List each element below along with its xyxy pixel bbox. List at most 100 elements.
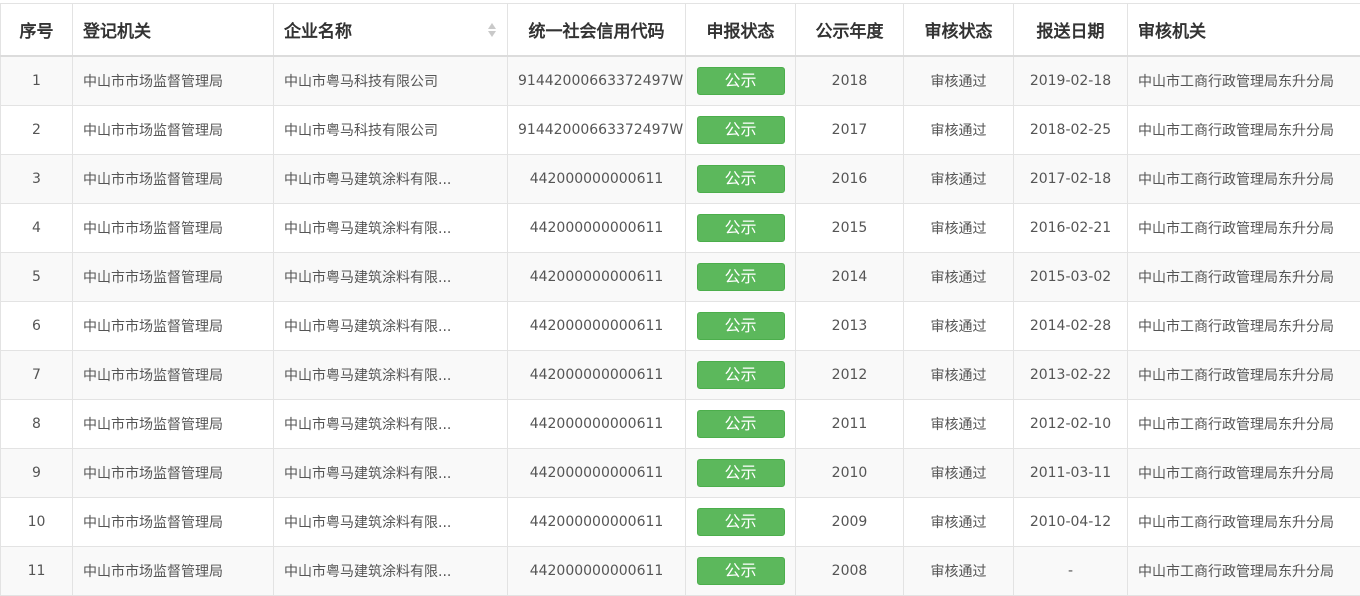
report-status-button[interactable]: 公示 [696,557,785,585]
cell-index: 9 [0,448,73,498]
cell-index: 5 [0,252,73,302]
cell-submit-date: 2017-02-18 [1013,154,1128,204]
table-body: 1 中山市市场监督管理局 中山市粤马科技有限公司 914420006633724… [0,55,1360,596]
cell-review-authority: 中山市工商行政管理局东升分局 [1127,350,1360,400]
cell-submit-date: 2016-02-21 [1013,203,1128,253]
cell-company: 中山市粤马建筑涂料有限... [273,448,508,498]
report-status-button[interactable]: 公示 [696,263,785,291]
header-index: 序号 [0,3,73,57]
cell-credit-code: 442000000000611 [507,203,686,253]
cell-review-status: 审核通过 [903,55,1014,106]
cell-submit-date: 2019-02-18 [1013,55,1128,106]
report-status-button[interactable]: 公示 [696,361,785,389]
cell-year: 2016 [795,154,904,204]
header-review-authority: 审核机关 [1127,3,1360,57]
header-authority: 登记机关 [72,3,274,57]
cell-index: 11 [0,546,73,596]
cell-report-status: 公示 [685,497,796,547]
cell-review-status: 审核通过 [903,497,1014,547]
cell-authority: 中山市市场监督管理局 [72,252,274,302]
annual-report-table: 序号 登记机关 企业名称 统一社会信用代码 申报状态 公示年度 审核状态 报送日… [0,3,1360,596]
cell-company: 中山市粤马科技有限公司 [273,105,508,155]
table-header: 序号 登记机关 企业名称 统一社会信用代码 申报状态 公示年度 审核状态 报送日… [0,3,1360,57]
table-row: 6 中山市市场监督管理局 中山市粤马建筑涂料有限... 442000000000… [0,301,1360,351]
header-company-label: 企业名称 [284,22,352,42]
cell-company: 中山市粤马建筑涂料有限... [273,546,508,596]
cell-report-status: 公示 [685,203,796,253]
cell-year: 2010 [795,448,904,498]
header-report-status: 申报状态 [685,3,796,57]
cell-authority: 中山市市场监督管理局 [72,203,274,253]
cell-company: 中山市粤马建筑涂料有限... [273,203,508,253]
cell-index: 3 [0,154,73,204]
cell-review-authority: 中山市工商行政管理局东升分局 [1127,448,1360,498]
cell-review-authority: 中山市工商行政管理局东升分局 [1127,55,1360,106]
header-review-status: 审核状态 [903,3,1014,57]
cell-credit-code: 442000000000611 [507,448,686,498]
cell-submit-date: 2015-03-02 [1013,252,1128,302]
cell-submit-date: - [1013,546,1128,596]
header-credit-code: 统一社会信用代码 [507,3,686,57]
cell-review-authority: 中山市工商行政管理局东升分局 [1127,203,1360,253]
cell-review-authority: 中山市工商行政管理局东升分局 [1127,154,1360,204]
sort-icon[interactable] [487,21,497,39]
cell-report-status: 公示 [685,448,796,498]
cell-year: 2008 [795,546,904,596]
cell-review-authority: 中山市工商行政管理局东升分局 [1127,399,1360,449]
report-status-button[interactable]: 公示 [696,67,785,95]
cell-report-status: 公示 [685,350,796,400]
report-status-button[interactable]: 公示 [696,312,785,340]
cell-index: 4 [0,203,73,253]
cell-authority: 中山市市场监督管理局 [72,350,274,400]
cell-review-authority: 中山市工商行政管理局东升分局 [1127,252,1360,302]
report-status-button[interactable]: 公示 [696,165,785,193]
cell-credit-code: 91442000663372497W [507,55,686,106]
cell-year: 2015 [795,203,904,253]
cell-credit-code: 442000000000611 [507,301,686,351]
cell-review-status: 审核通过 [903,448,1014,498]
cell-company: 中山市粤马建筑涂料有限... [273,301,508,351]
table-row: 10 中山市市场监督管理局 中山市粤马建筑涂料有限... 44200000000… [0,497,1360,547]
cell-year: 2009 [795,497,904,547]
table-row: 2 中山市市场监督管理局 中山市粤马科技有限公司 914420006633724… [0,105,1360,155]
table-row: 8 中山市市场监督管理局 中山市粤马建筑涂料有限... 442000000000… [0,399,1360,449]
cell-report-status: 公示 [685,252,796,302]
cell-review-status: 审核通过 [903,203,1014,253]
cell-index: 6 [0,301,73,351]
report-status-button[interactable]: 公示 [696,459,785,487]
report-status-button[interactable]: 公示 [696,410,785,438]
header-year: 公示年度 [795,3,904,57]
table-row: 7 中山市市场监督管理局 中山市粤马建筑涂料有限... 442000000000… [0,350,1360,400]
cell-submit-date: 2012-02-10 [1013,399,1128,449]
report-status-button[interactable]: 公示 [696,214,785,242]
cell-authority: 中山市市场监督管理局 [72,497,274,547]
cell-company: 中山市粤马建筑涂料有限... [273,399,508,449]
cell-company: 中山市粤马科技有限公司 [273,55,508,106]
cell-report-status: 公示 [685,301,796,351]
cell-report-status: 公示 [685,55,796,106]
cell-authority: 中山市市场监督管理局 [72,448,274,498]
cell-submit-date: 2011-03-11 [1013,448,1128,498]
cell-review-status: 审核通过 [903,105,1014,155]
cell-submit-date: 2013-02-22 [1013,350,1128,400]
table-row: 5 中山市市场监督管理局 中山市粤马建筑涂料有限... 442000000000… [0,252,1360,302]
cell-year: 2013 [795,301,904,351]
cell-index: 8 [0,399,73,449]
header-company[interactable]: 企业名称 [273,3,508,57]
report-status-button[interactable]: 公示 [696,508,785,536]
cell-year: 2012 [795,350,904,400]
cell-authority: 中山市市场监督管理局 [72,154,274,204]
cell-company: 中山市粤马建筑涂料有限... [273,497,508,547]
cell-authority: 中山市市场监督管理局 [72,55,274,106]
table-row: 3 中山市市场监督管理局 中山市粤马建筑涂料有限... 442000000000… [0,154,1360,204]
report-status-button[interactable]: 公示 [696,116,785,144]
cell-authority: 中山市市场监督管理局 [72,301,274,351]
cell-credit-code: 442000000000611 [507,497,686,547]
cell-report-status: 公示 [685,546,796,596]
cell-submit-date: 2018-02-25 [1013,105,1128,155]
cell-year: 2017 [795,105,904,155]
cell-credit-code: 442000000000611 [507,154,686,204]
table-row: 11 中山市市场监督管理局 中山市粤马建筑涂料有限... 44200000000… [0,546,1360,596]
cell-authority: 中山市市场监督管理局 [72,399,274,449]
cell-index: 7 [0,350,73,400]
